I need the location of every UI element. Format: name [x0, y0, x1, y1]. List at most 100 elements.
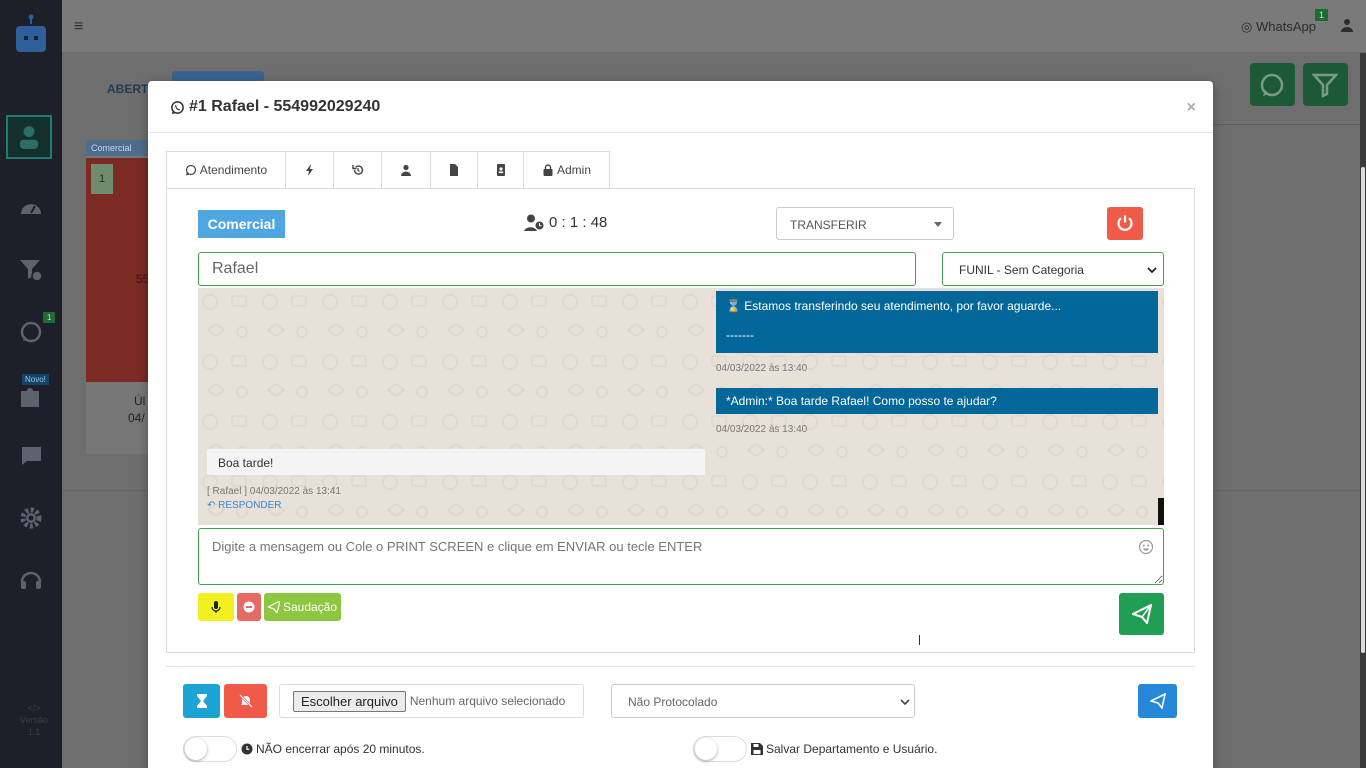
new-badge: Novo! [22, 374, 49, 385]
whatsapp-icon: ◎ [1241, 19, 1253, 34]
toggle-knob [185, 738, 207, 760]
chat-scrollbar[interactable] [1158, 498, 1164, 525]
department-badge: Comercial [198, 210, 285, 238]
modal-title: #1 Rafael - 554992029240 [170, 98, 380, 116]
power-icon [1117, 215, 1133, 231]
close-icon[interactable]: × [1187, 99, 1196, 117]
sidebar: 1 Novo! </> Versão 1.1 [0, 0, 62, 768]
file-upload[interactable]: Escolher arquivo Nenhum arquivo selecion… [279, 684, 584, 718]
greeting-button[interactable]: Saudação [264, 593, 341, 621]
file-icon [450, 164, 458, 176]
chat-messages[interactable]: ⌛ Estamos transferindo seu atendimento, … [198, 288, 1164, 525]
funnel-money-icon[interactable] [19, 258, 43, 282]
avatar[interactable] [6, 115, 52, 159]
chat-icon[interactable] [19, 444, 43, 468]
bolt-icon [305, 164, 313, 176]
send-file-button[interactable] [1138, 684, 1177, 718]
modal-title-text: #1 Rafael - 554992029240 [189, 98, 381, 115]
record-audio-button[interactable] [198, 593, 234, 621]
reply-label: RESPONDER [218, 500, 282, 511]
close-ticket-button[interactable] [1107, 207, 1143, 240]
chevron-down-icon [1147, 267, 1157, 274]
greeting-label: Saudação [282, 600, 338, 614]
paper-plane-icon [1129, 603, 1152, 626]
microphone-icon [211, 601, 221, 613]
tab-label: Atendimento [199, 163, 268, 177]
headset-icon[interactable] [19, 568, 43, 592]
clock-icon [241, 743, 253, 755]
card-last-label: Úl [134, 394, 146, 408]
tab-history[interactable] [334, 151, 382, 189]
hourglass-icon [196, 694, 207, 708]
reply-icon: ↶ [207, 500, 216, 511]
auto-close-label: NÃO encerrar após 20 minutos. [241, 742, 425, 756]
incoming-message: Boa tarde! [207, 449, 705, 475]
dashboard-gauge-icon[interactable] [19, 197, 43, 221]
ticket-card[interactable]: Comercial 1 55 Úl 04/ [86, 140, 149, 454]
chevron-down-icon [900, 699, 910, 706]
whatsapp-status-link[interactable]: ◎ WhatsApp [1241, 19, 1316, 35]
tab-admin[interactable]: Admin [524, 151, 610, 189]
message-text: Estamos transferindo seu atendimento, po… [744, 299, 1062, 313]
ticket-modal: #1 Rafael - 554992029240 × Atendimento A… [148, 81, 1213, 768]
whatsapp-icon [185, 164, 196, 176]
choose-file-button[interactable]: Escolher arquivo [293, 690, 406, 712]
history-icon [351, 165, 363, 175]
tab-label: Admin [556, 163, 591, 177]
auto-close-toggle[interactable] [183, 736, 237, 762]
whatsapp-badge: 1 [1314, 9, 1328, 21]
filter-button[interactable] [1303, 63, 1348, 106]
paper-plane-icon [267, 601, 280, 613]
paper-plane-icon [1148, 692, 1166, 710]
puzzle-icon[interactable] [19, 385, 43, 409]
contact-name-input[interactable] [198, 252, 916, 286]
atendimento-panel: Comercial 0 : 1 : 48 TRANSFERIR FUNIL - … [166, 188, 1195, 653]
message-timestamp: 04/03/2022 às 13:40 [716, 424, 808, 435]
floppy-disk-icon [751, 743, 763, 755]
scrollbar-thumb[interactable] [1361, 167, 1365, 653]
card-date: 04/ [128, 411, 145, 425]
code-icon: </> [27, 703, 41, 713]
modal-tabs: Atendimento Admin [166, 151, 610, 189]
reply-link[interactable]: ↶ RESPONDER [207, 500, 282, 511]
funil-select[interactable]: FUNIL - Sem Categoria [942, 252, 1164, 286]
tab-quick-actions[interactable] [286, 151, 334, 189]
divider [166, 666, 1195, 667]
tab-documents[interactable] [431, 151, 478, 189]
outgoing-message: *Admin:* Boa tarde Rafael! Como posso te… [716, 388, 1158, 414]
whatsapp-count-badge: 1 [43, 312, 56, 323]
hamburger-menu-icon[interactable]: ≡ [74, 18, 83, 36]
save-department-text: Salvar Departamento e Usuário. [766, 742, 938, 756]
version-label: Versão [20, 715, 49, 725]
gear-icon[interactable] [19, 506, 43, 530]
caret-down-icon [934, 222, 942, 227]
save-department-toggle[interactable] [693, 736, 747, 762]
minus-circle-icon [243, 601, 255, 613]
outgoing-message: ⌛ Estamos transferindo seu atendimento, … [716, 291, 1158, 353]
robot-logo-icon[interactable] [14, 14, 48, 54]
message-textarea[interactable] [198, 528, 1164, 585]
message-separator: ------- [726, 328, 754, 342]
protocol-select[interactable]: Não Protocolado [611, 684, 915, 718]
tab-contact[interactable] [382, 151, 431, 189]
message-meta: [ Rafael ] 04/03/2022 às 13:41 [207, 486, 341, 497]
mouse-cursor [919, 635, 921, 645]
user-icon[interactable] [1340, 18, 1354, 32]
card-count: 1 [91, 164, 113, 194]
auto-close-text: NÃO encerrar após 20 minutos. [256, 742, 425, 756]
whatsapp-icon[interactable] [19, 320, 43, 344]
contact-book-icon [496, 164, 505, 176]
tab-contact-book[interactable] [478, 151, 524, 189]
tab-atendimento[interactable]: Atendimento [166, 151, 286, 189]
cancel-audio-button[interactable] [237, 593, 261, 621]
transfer-select[interactable]: TRANSFERIR [776, 207, 954, 240]
divider [148, 132, 1213, 133]
page-scrollbar[interactable] [1360, 53, 1366, 768]
whatsapp-button[interactable] [1250, 63, 1295, 106]
send-message-button[interactable] [1119, 593, 1164, 635]
emoji-icon[interactable] [1138, 539, 1154, 555]
wait-button[interactable] [183, 684, 220, 718]
user-icon [401, 164, 411, 176]
user-clock-icon [524, 214, 545, 231]
mute-notifications-button[interactable] [224, 684, 267, 718]
